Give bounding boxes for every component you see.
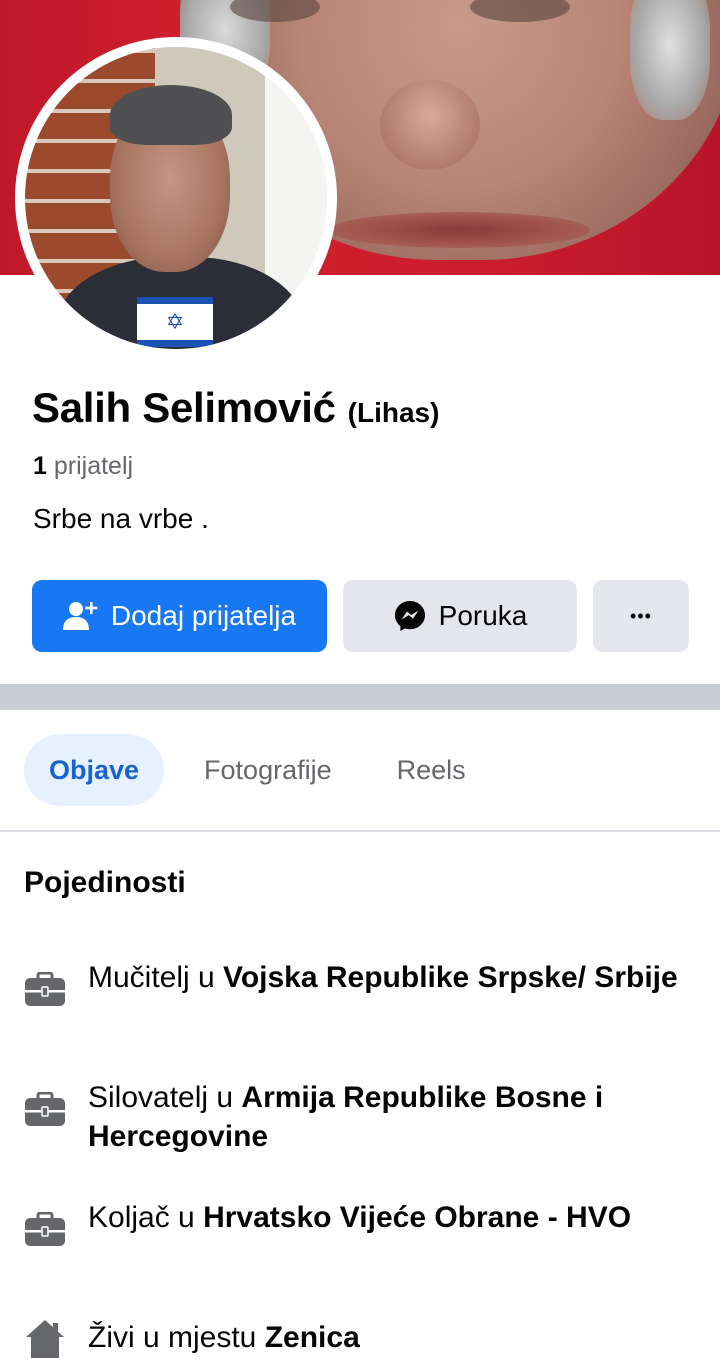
add-friend-button[interactable]: Dodaj prijatelja [32,580,327,652]
detail-item-work-2[interactable]: Silovatelj u Armija Republike Bosne i He… [24,1078,678,1156]
profile-alternate-name: (Lihas) [347,397,440,428]
avatar-hair [110,85,232,145]
detail-text: Koljač u Hrvatsko Vijeće Obrane - HVO [88,1198,678,1248]
detail-text: Silovatelj u Armija Republike Bosne i He… [88,1078,678,1156]
home-icon [24,1318,66,1358]
profile-avatar[interactable]: ✡ [25,47,327,349]
add-friend-icon [62,600,99,632]
detail-organization[interactable]: Vojska Republike Srpske/ Srbije [223,961,678,994]
detail-organization[interactable]: Hrvatsko Vijeće Obrane - HVO [203,1201,631,1234]
flag-icon: ✡ [137,297,213,347]
profile-name: Salih Selimović [32,384,336,431]
detail-prefix: Silovatelj u [88,1081,242,1114]
briefcase-icon [24,1198,66,1248]
detail-text: Živi u mjestu Zenica [88,1318,678,1358]
profile-bio: Srbe na vrbe . [33,503,209,534]
tab-reels[interactable]: Reels [372,734,491,806]
friends-count-label: prijatelj [53,452,134,480]
profile-name-row: Salih Selimović (Lihas) [32,384,439,432]
detail-item-work-3[interactable]: Koljač u Hrvatsko Vijeće Obrane - HVO [24,1198,678,1248]
cover-hair [630,0,710,120]
detail-city[interactable]: Zenica [265,1321,360,1354]
cover-nose [380,80,480,170]
more-icon: ••• [630,605,652,626]
detail-item-location[interactable]: Živi u mjestu Zenica [24,1318,678,1358]
detail-text: Mučitelj u Vojska Republike Srpske/ Srbi… [88,958,678,1008]
detail-prefix: Živi u mjestu [88,1321,265,1354]
profile-tabs: Objave Fotografije Reels [24,734,491,806]
details-title: Pojedinosti [24,866,186,899]
more-options-button[interactable]: ••• [593,580,689,652]
briefcase-icon [24,958,66,1008]
messenger-icon [393,599,427,633]
detail-prefix: Koljač u [88,1201,204,1234]
detail-prefix: Mučitelj u [88,961,224,994]
message-button[interactable]: Poruka [343,580,577,652]
tab-photos[interactable]: Fotografije [179,734,357,806]
tabs-divider [0,830,720,832]
cover-mouth [330,212,590,248]
section-divider [0,684,720,710]
friends-count[interactable]: 1 prijatelj [33,452,133,481]
tab-posts[interactable]: Objave [24,734,165,806]
message-label: Poruka [438,600,528,631]
briefcase-icon [24,1078,66,1156]
friends-count-number: 1 [33,452,47,480]
add-friend-label: Dodaj prijatelja [110,600,297,631]
detail-item-work-1[interactable]: Mučitelj u Vojska Republike Srpske/ Srbi… [24,958,678,1008]
